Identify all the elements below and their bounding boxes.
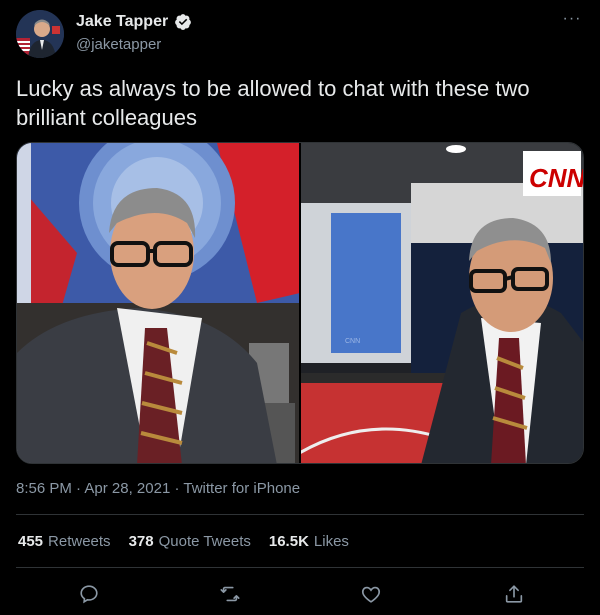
tweet-header: Jake Tapper @jaketapper ··· [16,10,584,60]
left-watermark: CNN [345,338,360,345]
name-row: Jake Tapper [76,13,192,31]
media-grid: CNN CNN [16,142,584,464]
tweet-meta: 8:56 PM · Apr 28, 2021 · Twitter for iPh… [16,480,300,497]
quote-tweets-stat[interactable]: 378 Quote Tweets [129,533,251,550]
avatar-image [16,10,64,58]
photo-right[interactable]: CNN CNN [301,143,583,463]
retweets-count: 455 [18,533,44,550]
svg-text:CNN: CNN [529,163,583,193]
meta-separator-2: · [174,480,180,497]
tweet-date[interactable]: Apr 28, 2021 [84,480,170,497]
photo-left-image [17,143,299,463]
handle[interactable]: @jaketapper [76,36,161,53]
quotes-count: 378 [128,533,154,550]
tweet-source-link[interactable]: Twitter for iPhone [183,480,300,497]
action-bar [16,580,584,608]
verified-badge-icon [174,13,192,31]
photo-right-image: CNN CNN [301,143,583,463]
tweet-text: Lucky as always to be allowed to chat wi… [16,76,530,130]
cnn-logo: CNN [523,151,583,196]
likes-stat[interactable]: 16.5K Likes [269,533,349,550]
meta-separator: · [76,480,82,497]
more-options-button[interactable]: ··· [560,11,584,32]
share-button[interactable] [500,580,528,608]
retweet-icon [220,586,240,602]
share-icon [505,585,523,603]
reply-button[interactable] [75,580,103,608]
tweet-stats: 455 Retweets 378 Quote Tweets 16.5K Like… [18,533,349,550]
like-button[interactable] [357,580,385,608]
reply-icon [80,585,98,604]
divider [16,567,584,568]
photo-left[interactable] [17,143,299,463]
retweets-label: Retweets [48,533,111,550]
divider [16,514,584,515]
quotes-label: Quote Tweets [158,533,251,550]
likes-label: Likes [313,533,349,550]
display-name[interactable]: Jake Tapper [76,13,168,31]
heart-icon [361,586,381,603]
retweet-button[interactable] [216,580,244,608]
retweets-stat[interactable]: 455 Retweets [18,533,111,550]
likes-count: 16.5K [268,533,309,550]
avatar[interactable] [16,10,64,58]
tweet-time[interactable]: 8:56 PM [16,480,72,497]
